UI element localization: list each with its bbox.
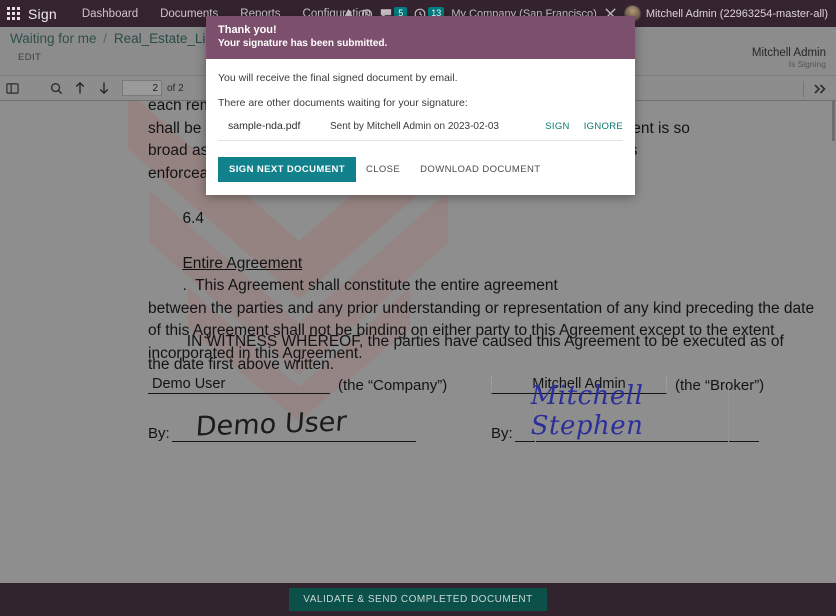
breadcrumb-root[interactable]: Waiting for me bbox=[10, 31, 97, 46]
modal-email-note: You will receive the final signed docume… bbox=[218, 72, 623, 84]
signer-name: Mitchell Admin bbox=[752, 47, 826, 59]
breadcrumb-separator: / bbox=[100, 31, 110, 46]
scrollbar-thumb[interactable] bbox=[832, 101, 835, 141]
thank-you-modal: Thank you! Your signature has been submi… bbox=[206, 16, 635, 195]
pending-document-filename: sample-nda.pdf bbox=[218, 120, 330, 132]
modal-header: Thank you! Your signature has been submi… bbox=[206, 16, 635, 59]
broker-signature-image: Mitchell Stephen bbox=[531, 381, 759, 441]
modal-footer: SIGN NEXT DOCUMENT CLOSE DOWNLOAD DOCUME… bbox=[206, 145, 635, 195]
bottom-action-bar: VALIDATE & SEND COMPLETED DOCUMENT bbox=[0, 583, 836, 616]
vertical-scrollbar[interactable] bbox=[831, 101, 836, 583]
broker-by-label: By: bbox=[491, 425, 515, 442]
validate-and-send-button[interactable]: VALIDATE & SEND COMPLETED DOCUMENT bbox=[289, 588, 546, 611]
breadcrumb: Waiting for me / Real_Estate_Listing bbox=[10, 31, 234, 46]
pending-document-sign-link[interactable]: SIGN bbox=[531, 121, 569, 132]
broker-by-row: By: Mitchell Stephen bbox=[491, 416, 764, 442]
page-number-input[interactable] bbox=[122, 80, 162, 96]
signature-block-broker: Mitchell Admin (the “Broker”) By: Mitche… bbox=[491, 376, 764, 442]
modal-title: Thank you! bbox=[218, 23, 623, 37]
apps-grid-icon[interactable] bbox=[0, 0, 26, 27]
download-document-button[interactable]: DOWNLOAD DOCUMENT bbox=[410, 157, 550, 182]
company-name-line: Demo User bbox=[148, 376, 330, 394]
user-menu[interactable]: Mitchell Admin (22963254-master-all) bbox=[624, 5, 828, 22]
page-total-label: of 2 bbox=[167, 83, 184, 94]
pending-document-meta: Sent by Mitchell Admin on 2023-02-03 bbox=[330, 121, 531, 132]
toolbar-divider bbox=[803, 81, 804, 97]
user-menu-label: Mitchell Admin (22963254-master-all) bbox=[646, 8, 828, 20]
nav-menu-dashboard[interactable]: Dashboard bbox=[71, 8, 149, 20]
close-button[interactable]: CLOSE bbox=[356, 157, 410, 182]
company-by-row: By: Demo User bbox=[148, 416, 447, 442]
company-signature-line: Demo User bbox=[172, 416, 416, 442]
sidebar-toggle-icon[interactable] bbox=[0, 77, 24, 99]
paragraph-6-4-title: Entire Agreement bbox=[182, 255, 302, 272]
arrow-up-icon[interactable] bbox=[68, 77, 92, 99]
modal-body: You will receive the final signed docume… bbox=[206, 59, 635, 145]
pending-document-row: sample-nda.pdf Sent by Mitchell Admin on… bbox=[218, 113, 623, 141]
broker-signature-line: Mitchell Stephen bbox=[515, 416, 759, 442]
signature-block-company: Demo User (the “Company”) By: Demo User bbox=[148, 376, 447, 442]
modal-subtitle: Your signature has been submitted. bbox=[218, 37, 623, 50]
company-by-label: By: bbox=[148, 425, 172, 442]
chevron-double-right-icon[interactable] bbox=[808, 78, 832, 100]
company-signature-image: Demo User bbox=[194, 406, 347, 442]
modal-pending-note: There are other documents waiting for yo… bbox=[218, 97, 623, 109]
company-role-label: (the “Company”) bbox=[330, 377, 447, 394]
paragraph-witness: IN WITNESS WHEREOF, the parties have cau… bbox=[148, 331, 836, 376]
company-name-row: Demo User (the “Company”) bbox=[148, 376, 447, 394]
signer-info: Mitchell Admin Is Signing bbox=[752, 47, 826, 69]
arrow-down-icon[interactable] bbox=[92, 77, 116, 99]
pending-document-ignore-link[interactable]: IGNORE bbox=[570, 121, 623, 132]
sign-next-document-button[interactable]: SIGN NEXT DOCUMENT bbox=[218, 157, 356, 182]
paragraph-6-4-number: 6.4 bbox=[182, 210, 204, 227]
signer-status: Is Signing bbox=[752, 59, 826, 69]
signature-area: Demo User (the “Company”) By: Demo User … bbox=[0, 376, 836, 486]
sign-document-page: Sign Dashboard Documents Reports Configu… bbox=[0, 0, 836, 616]
edit-button[interactable]: EDIT bbox=[18, 52, 41, 63]
pdf-toolbar-right bbox=[803, 76, 832, 102]
search-icon[interactable] bbox=[44, 77, 68, 99]
app-brand-sign[interactable]: Sign bbox=[26, 6, 71, 22]
